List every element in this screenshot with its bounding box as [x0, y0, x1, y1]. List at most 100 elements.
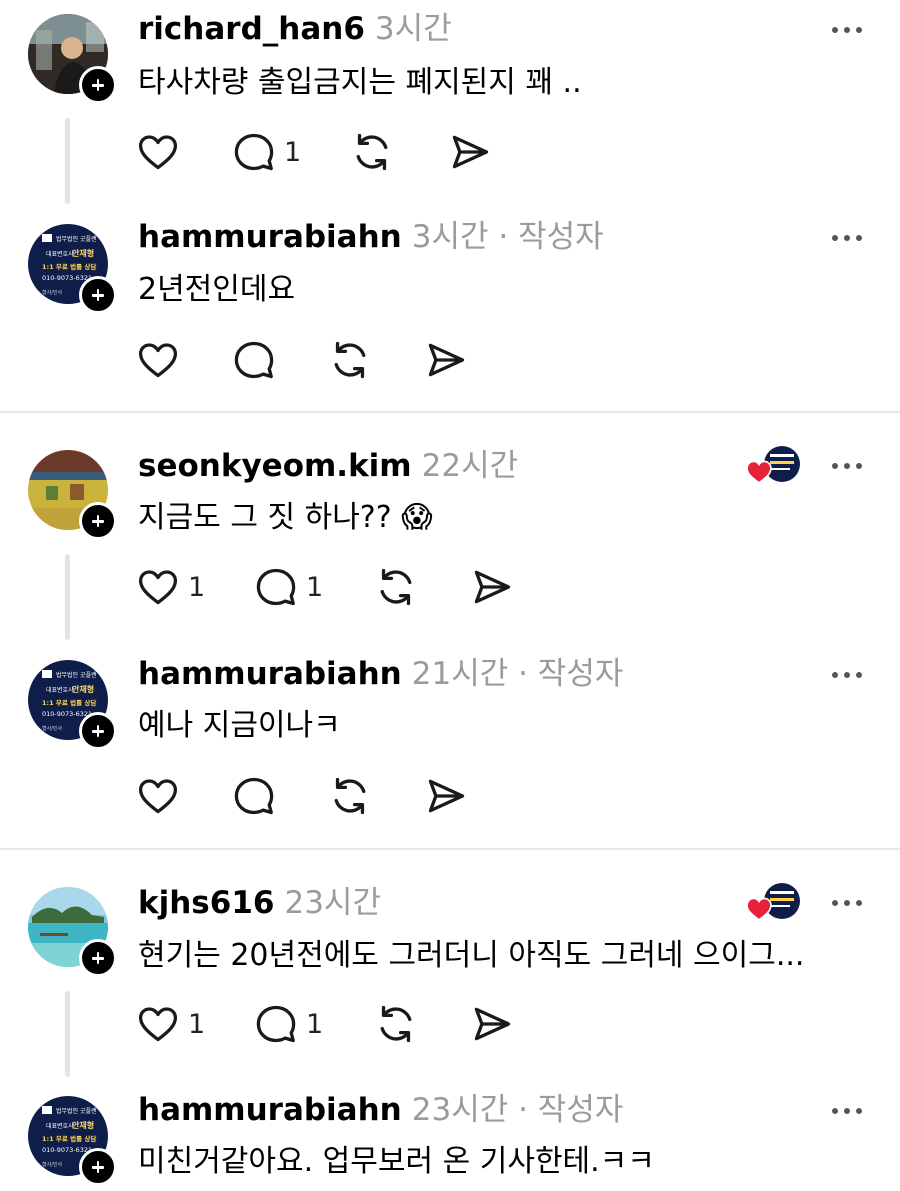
username[interactable]: kjhs616 — [138, 885, 274, 921]
username[interactable]: richard_han6 — [138, 11, 365, 47]
comment-button[interactable] — [232, 774, 284, 818]
liked-by-author[interactable] — [746, 883, 802, 921]
comment-icon — [256, 1005, 296, 1043]
more-icon[interactable] — [830, 898, 864, 908]
follow-plus-icon[interactable] — [79, 712, 117, 750]
comment-icon — [234, 133, 274, 171]
repost-icon — [380, 568, 412, 606]
like-count: 1 — [188, 571, 206, 603]
share-icon — [474, 1007, 511, 1041]
like-count: 1 — [188, 1008, 206, 1040]
avatar-name-text: 안재형 — [72, 248, 94, 258]
repost-button[interactable] — [328, 338, 372, 382]
like-button[interactable] — [136, 338, 188, 382]
liked-by-author[interactable] — [746, 446, 802, 484]
repost-button[interactable] — [374, 565, 418, 609]
avatar-firm-text: 법무법인 굿플랜 — [56, 671, 97, 679]
more-icon[interactable] — [830, 1106, 864, 1116]
share-icon — [452, 135, 489, 169]
post-text: 미친거같아요. 업무보러 온 기사한테.ㅋㅋ — [138, 1144, 655, 1179]
follow-plus-icon[interactable] — [79, 1148, 117, 1186]
username[interactable]: hammurabiahn — [138, 1092, 402, 1128]
post-text: 예나 지금이나ㅋ — [138, 708, 341, 743]
avatar-name-text: 안재형 — [72, 684, 94, 694]
post-header: hammurabiahn 21시간 · 작성자 — [138, 654, 623, 694]
reply-count: 1 — [284, 136, 302, 168]
post-header: richard_han6 3시간 — [138, 9, 452, 49]
reply-count: 1 — [306, 1008, 324, 1040]
post-kjhs616: kjhs616 23시간 현기는 20년전에도 그러더니 아직도 그러네 으이그.… — [0, 873, 900, 1077]
follow-plus-icon[interactable] — [79, 276, 117, 314]
share-icon — [428, 343, 465, 377]
username[interactable]: hammurabiahn — [138, 656, 402, 692]
avatar-title-text: 대표변호사 — [46, 1122, 74, 1130]
thread-divider — [0, 848, 900, 850]
repost-button[interactable] — [328, 774, 372, 818]
like-button[interactable]: 1 — [136, 1002, 205, 1046]
avatar-fields-text: 형사/민사 — [42, 725, 62, 732]
comment-icon — [234, 341, 274, 379]
username[interactable]: hammurabiahn — [138, 219, 402, 255]
repost-icon — [334, 341, 366, 379]
thread-divider — [0, 411, 900, 413]
follow-plus-icon[interactable] — [79, 939, 117, 977]
share-button[interactable] — [424, 774, 468, 818]
avatar-firm-text: 법무법인 굿플랜 — [56, 235, 97, 243]
comment-button[interactable] — [232, 338, 284, 382]
timestamp: 21시간 · 작성자 — [411, 656, 624, 692]
liked-heart-icon — [746, 460, 772, 484]
reply-count: 1 — [306, 571, 324, 603]
repost-button[interactable] — [374, 1002, 418, 1046]
timestamp: 23시간 · 작성자 — [411, 1092, 624, 1128]
post-hammurabi-reply-1: 법무법인 굿플랜 대표변호사 안재형 1:1 무료 법률 상담 010-9073… — [0, 210, 900, 410]
avatar-consult-text: 1:1 무료 법률 상담 — [42, 1134, 96, 1143]
more-icon[interactable] — [830, 233, 864, 243]
timestamp: 3시간 — [374, 11, 452, 47]
thread-line — [65, 118, 70, 204]
heart-icon — [138, 779, 178, 814]
timestamp: 23시간 — [284, 885, 381, 921]
comment-button[interactable]: 1 — [232, 130, 301, 174]
avatar-consult-text: 1:1 무료 법률 상담 — [42, 698, 96, 707]
like-button[interactable] — [136, 130, 188, 174]
share-button[interactable] — [470, 565, 514, 609]
follow-plus-icon[interactable] — [79, 66, 117, 104]
share-button[interactable] — [470, 1002, 514, 1046]
username[interactable]: seonkyeom.kim — [138, 448, 412, 484]
repost-icon — [334, 777, 366, 815]
post-text: 타사차량 출입금지는 폐지된지 꽤 .. — [138, 65, 582, 100]
timestamp: 22시간 — [421, 448, 519, 484]
like-button[interactable]: 1 — [136, 565, 205, 609]
comment-icon — [256, 568, 296, 606]
avatar-consult-text: 1:1 무료 법률 상담 — [42, 262, 96, 271]
more-icon[interactable] — [830, 461, 864, 471]
repost-icon — [380, 1005, 412, 1043]
timestamp: 3시간 · 작성자 — [411, 219, 604, 255]
post-header: hammurabiahn 3시간 · 작성자 — [138, 217, 604, 257]
repost-icon — [356, 133, 388, 171]
share-button[interactable] — [424, 338, 468, 382]
follow-plus-icon[interactable] — [79, 502, 117, 540]
avatar-fields-text: 형사/민사 — [42, 1161, 62, 1168]
post-text: 지금도 그 짓 하나?? 😱 — [138, 500, 433, 535]
post-text: 2년전인데요 — [138, 272, 296, 307]
avatar-fields-text: 형사/민사 — [42, 289, 62, 296]
repost-button[interactable] — [350, 130, 394, 174]
avatar-name-text: 안재형 — [72, 1120, 94, 1130]
more-icon[interactable] — [830, 670, 864, 680]
heart-icon — [138, 570, 178, 605]
share-icon — [474, 570, 511, 604]
share-button[interactable] — [448, 130, 492, 174]
share-icon — [428, 779, 465, 813]
post-text: 현기는 20년전에도 그러더니 아직도 그러네 으이그... — [138, 938, 805, 973]
like-button[interactable] — [136, 774, 188, 818]
comment-button[interactable]: 1 — [254, 1002, 323, 1046]
post-header: hammurabiahn 23시간 · 작성자 — [138, 1090, 623, 1130]
heart-icon — [138, 343, 178, 378]
post-hammurabi-reply-2: 법무법인 굿플랜 대표변호사 안재형 1:1 무료 법률 상담 010-9073… — [0, 646, 900, 846]
post-header: seonkyeom.kim 22시간 — [138, 446, 518, 486]
more-icon[interactable] — [830, 25, 864, 35]
comment-button[interactable]: 1 — [254, 565, 323, 609]
avatar-firm-text: 법무법인 굿플랜 — [56, 1107, 97, 1115]
heart-icon — [138, 1007, 178, 1042]
